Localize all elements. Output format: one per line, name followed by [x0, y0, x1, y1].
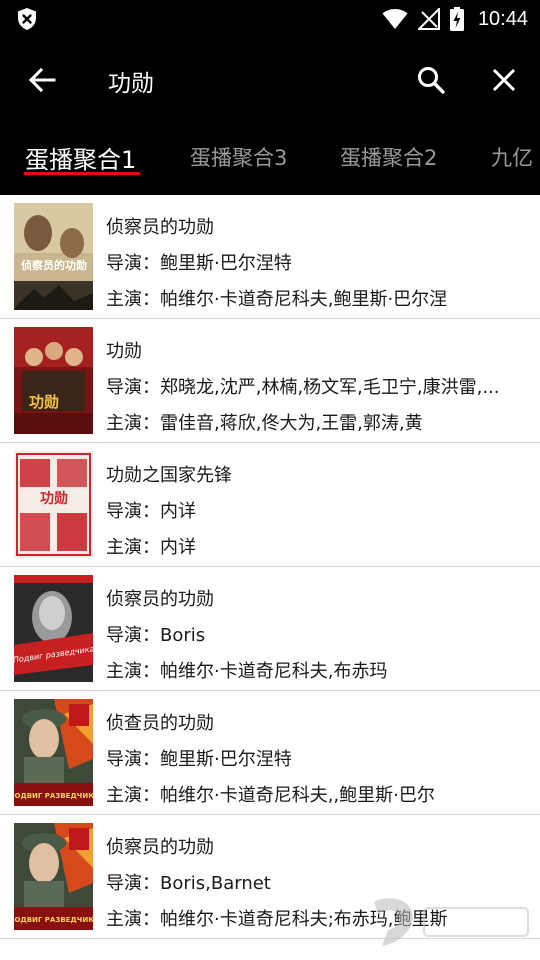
result-cast: 主演：帕维尔·卡道奇尼科夫,,鲍里斯·巴尔: [106, 781, 435, 807]
result-cast: 主演：雷佳音,蒋欣,佟大为,王雷,郭涛,黄: [106, 409, 423, 435]
poster-image: 侦察员的功勋: [14, 203, 93, 310]
battery-charging-icon: [449, 7, 464, 31]
result-title: 侦察员的功勋: [106, 217, 214, 238]
director-value: 内详: [160, 501, 196, 522]
poster-caption: 功勋: [40, 490, 68, 507]
cast-value: 帕维尔·卡道奇尼科夫,布赤玛: [160, 661, 388, 682]
director-prefix: 导演：: [106, 749, 160, 770]
status-bar: 10:44: [0, 0, 540, 38]
tab-danbo-3[interactable]: 蛋播聚合3: [190, 142, 287, 172]
results-list[interactable]: 侦察员的功勋 侦察员的功勋 导演：鲍里斯·巴尔涅特 主演：帕维尔·卡道奇尼科夫,…: [0, 195, 540, 960]
director-prefix: 导演：: [106, 625, 160, 646]
poster-caption: 功勋: [29, 393, 59, 411]
cast-value: 雷佳音,蒋欣,佟大为,王雷,郭涛,黄: [160, 413, 423, 434]
cast-prefix: 主演：: [106, 289, 160, 310]
search-icon: [418, 67, 445, 94]
cast-prefix: 主演：: [106, 661, 160, 682]
tab-danbo-2[interactable]: 蛋播聚合2: [340, 142, 437, 172]
back-button[interactable]: [22, 60, 62, 100]
director-prefix: 导演：: [106, 501, 160, 522]
poster-image: 功勋: [14, 327, 93, 434]
shield-x-icon: [18, 8, 36, 30]
result-title: 功勋之国家先锋: [106, 465, 232, 486]
result-item[interactable]: Подвиг разведчика 侦察员的功勋 导演：Boris 主演：帕维尔…: [0, 567, 540, 691]
director-value: 鲍里斯·巴尔涅特: [160, 253, 292, 274]
poster-caption: 侦察员的功勋: [20, 258, 87, 272]
director-value: Boris: [160, 625, 206, 646]
director-prefix: 导演：: [106, 873, 160, 894]
result-director: 导演：郑晓龙,沈严,林楠,杨文军,毛卫宁,康洪雷,...: [106, 373, 500, 399]
director-value: 鲍里斯·巴尔涅特: [160, 749, 292, 770]
director-prefix: 导演：: [106, 253, 160, 274]
poster-image: Подвиг разведчика: [14, 575, 93, 682]
poster-image: ПОДВИГ РАЗВЕДЧИКА: [14, 699, 93, 806]
poster-image: ПОДВИГ РАЗВЕДЧИКА: [14, 823, 93, 930]
cast-value: 帕维尔·卡道奇尼科夫,鲍里斯·巴尔涅: [160, 289, 448, 310]
watermark-logo-icon: [374, 898, 529, 946]
result-director: 导演：内详: [106, 497, 196, 523]
search-button[interactable]: [410, 60, 452, 100]
wifi-icon: [382, 9, 408, 29]
poster-caption: ПОДВИГ РАЗВЕДЧИКА: [14, 916, 93, 924]
no-signal-icon: [417, 8, 440, 30]
tab-jiuyi[interactable]: 九亿: [491, 142, 533, 172]
result-cast: 主演：内详: [106, 533, 196, 559]
poster-image: 功勋: [14, 451, 93, 558]
result-cast: 主演：帕维尔·卡道奇尼科夫,鲍里斯·巴尔涅: [106, 285, 447, 311]
cast-prefix: 主演：: [106, 413, 160, 434]
cast-value: 帕维尔·卡道奇尼科夫,,鲍里斯·巴尔: [160, 785, 435, 806]
back-arrow-icon: [28, 67, 56, 93]
director-prefix: 导演：: [106, 377, 160, 398]
search-query[interactable]: 功勋: [108, 64, 154, 98]
result-director: 导演：Boris,Barnet: [106, 869, 271, 895]
result-title: 侦察员的功勋: [106, 837, 214, 858]
result-director: 导演：鲍里斯·巴尔涅特: [106, 745, 292, 771]
source-tabs: 蛋播聚合1 蛋播聚合3 蛋播聚合2 九亿: [0, 120, 540, 195]
close-icon: [492, 68, 516, 92]
result-item[interactable]: 功勋 功勋之国家先锋 导演：内详 主演：内详: [0, 443, 540, 567]
result-director: 导演：Boris: [106, 621, 205, 647]
result-item[interactable]: ПОДВИГ РАЗВЕДЧИКА 侦查员的功勋 导演：鲍里斯·巴尔涅特 主演：…: [0, 691, 540, 815]
cast-value: 内详: [160, 537, 196, 558]
tab-danbo-1[interactable]: 蛋播聚合1: [25, 140, 136, 175]
cast-prefix: 主演：: [106, 909, 160, 930]
status-time: 10:44: [477, 7, 528, 30]
result-director: 导演：鲍里斯·巴尔涅特: [106, 249, 292, 275]
result-cast: 主演：帕维尔·卡道奇尼科夫,布赤玛: [106, 657, 387, 683]
result-title: 侦查员的功勋: [106, 713, 214, 734]
poster-caption: ПОДВИГ РАЗВЕДЧИКА: [14, 792, 93, 800]
close-button[interactable]: [484, 60, 524, 100]
result-item[interactable]: 功勋 功勋 导演：郑晓龙,沈严,林楠,杨文军,毛卫宁,康洪雷,... 主演：雷佳…: [0, 319, 540, 443]
app-bar: 功勋: [0, 38, 540, 120]
director-value: Boris,Barnet: [160, 873, 271, 894]
result-title: 侦察员的功勋: [106, 589, 214, 610]
cast-prefix: 主演：: [106, 785, 160, 806]
result-title: 功勋: [106, 341, 142, 362]
active-tab-indicator: [24, 172, 140, 175]
cast-prefix: 主演：: [106, 537, 160, 558]
result-item[interactable]: 侦察员的功勋 侦察员的功勋 导演：鲍里斯·巴尔涅特 主演：帕维尔·卡道奇尼科夫,…: [0, 195, 540, 319]
director-value: 郑晓龙,沈严,林楠,杨文军,毛卫宁,康洪雷,...: [160, 377, 500, 398]
